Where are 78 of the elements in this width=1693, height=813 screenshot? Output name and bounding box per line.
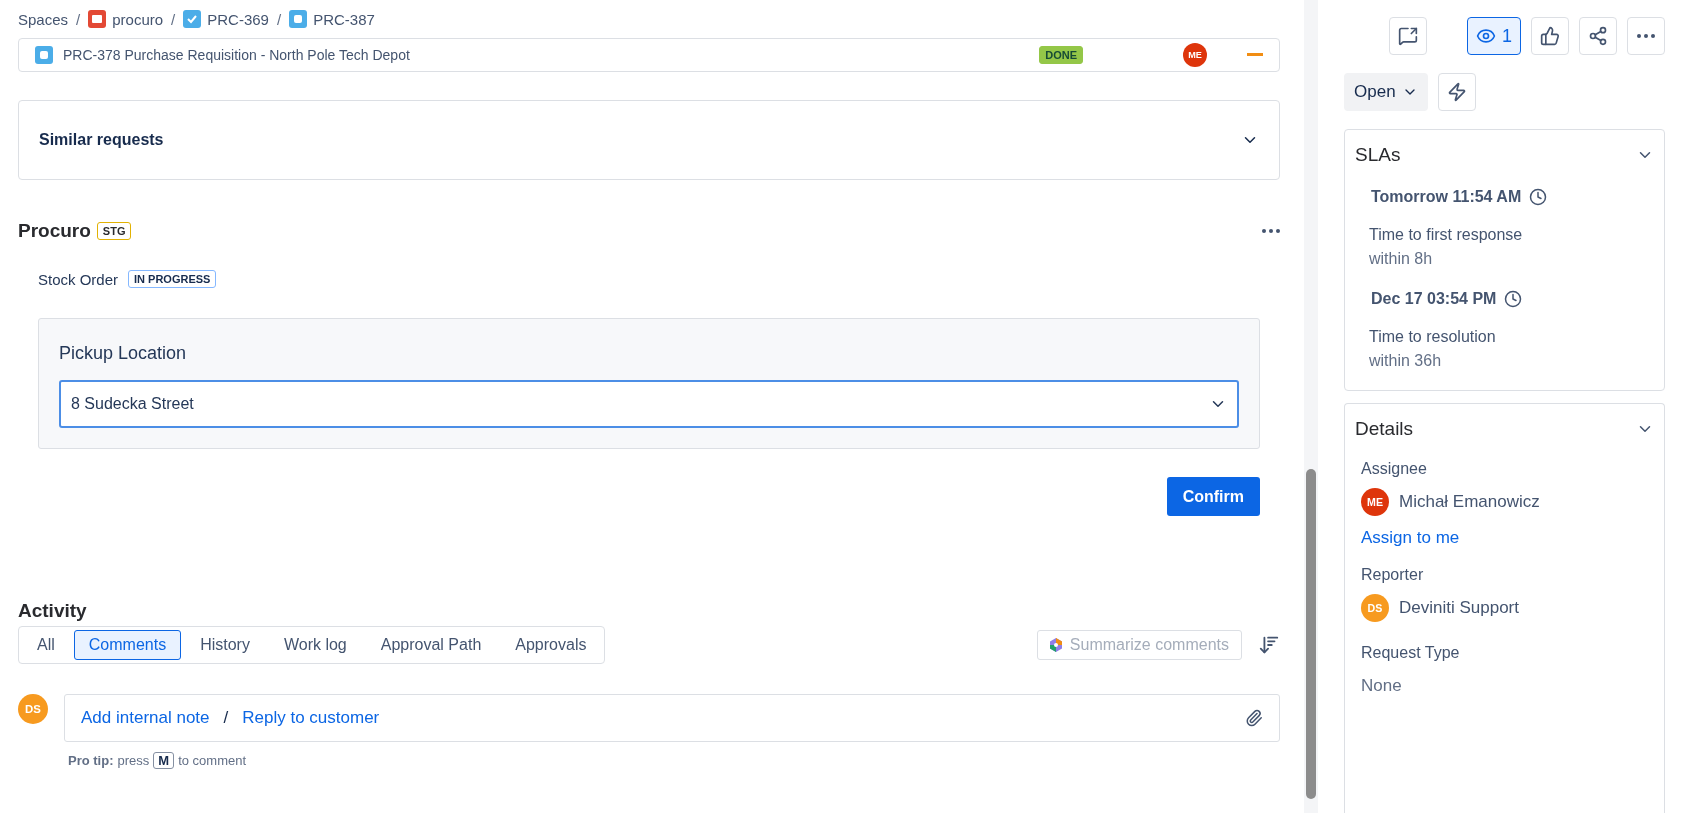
sla-goal: within 8h bbox=[1369, 250, 1434, 268]
priority-icon bbox=[1247, 51, 1263, 59]
assignee-avatar: ME bbox=[1361, 488, 1389, 516]
clock-icon bbox=[1504, 290, 1523, 308]
environment-badge: STG bbox=[96, 222, 132, 240]
assign-to-me-link[interactable]: Assign to me bbox=[1361, 528, 1460, 548]
field-label: Pickup Location bbox=[59, 343, 188, 364]
thumbs-up-icon bbox=[1540, 26, 1560, 46]
linked-issue-card[interactable]: PRC-378 Purchase Requisition - North Pole Tech Depot DONE ME bbox=[18, 38, 1280, 72]
checkbox-icon bbox=[183, 10, 202, 28]
sla-name: Time to resolution bbox=[1369, 328, 1497, 346]
attachment-icon[interactable] bbox=[1245, 709, 1263, 727]
share-button[interactable] bbox=[1579, 17, 1617, 55]
tip-text: to comment bbox=[178, 753, 247, 768]
app-title: Procuro bbox=[18, 220, 91, 242]
breadcrumb-separator: / bbox=[171, 10, 176, 28]
add-note-link[interactable]: Add internal note bbox=[81, 708, 210, 728]
issue-title: PRC-378 Purchase Requisition - North Pole Tech Depot bbox=[63, 47, 411, 63]
status-lozenge[interactable]: DONE bbox=[1039, 46, 1083, 64]
reporter-name: Deviniti Support bbox=[1399, 598, 1519, 618]
separator-slash: / bbox=[223, 708, 229, 728]
tip-text: press bbox=[117, 753, 150, 768]
request-type-value: None bbox=[1361, 676, 1403, 696]
activity-tab[interactable]: History bbox=[185, 630, 265, 660]
eye-icon bbox=[1476, 26, 1496, 46]
tip-label: Pro tip: bbox=[68, 753, 114, 768]
status-dropdown[interactable]: Open bbox=[1344, 73, 1428, 111]
activity-tab[interactable]: All bbox=[22, 630, 70, 660]
field-label: Reporter bbox=[1361, 566, 1425, 584]
like-button[interactable] bbox=[1531, 17, 1569, 55]
activity-tab[interactable]: Approvals bbox=[500, 630, 602, 660]
breadcrumb-separator: / bbox=[76, 10, 81, 28]
comment-box[interactable]: Add internal note / Reply to customer bbox=[64, 694, 1280, 742]
clock-icon bbox=[1529, 188, 1548, 206]
activity-tab[interactable]: Work log bbox=[268, 630, 362, 660]
section-title: Similar requests bbox=[39, 131, 164, 149]
project-icon bbox=[88, 10, 107, 28]
field-label: Assignee bbox=[1361, 460, 1428, 478]
sort-icon[interactable] bbox=[1258, 634, 1280, 656]
more-icon bbox=[1637, 34, 1655, 38]
shortcut-key: M bbox=[153, 752, 175, 769]
share-icon bbox=[1588, 26, 1608, 46]
lightning-icon bbox=[1446, 82, 1467, 102]
card-title: Details bbox=[1355, 418, 1414, 440]
activity-tab[interactable]: Comments bbox=[73, 630, 182, 660]
sla-due-time: Dec 17 03:54 PM bbox=[1371, 290, 1497, 308]
sla-goal: within 36h bbox=[1369, 352, 1443, 370]
user-avatar: DS bbox=[18, 694, 48, 724]
similar-requests-card[interactable]: Similar requests bbox=[18, 100, 1280, 180]
activity-title: Activity bbox=[18, 600, 88, 622]
field-label: Request Type bbox=[1361, 644, 1461, 662]
feedback-icon bbox=[1398, 26, 1418, 46]
breadcrumb-link[interactable]: PRC-369 bbox=[183, 10, 269, 28]
breadcrumb-separator: / bbox=[276, 10, 282, 28]
breadcrumb-link[interactable]: procuro bbox=[88, 10, 164, 28]
request-icon bbox=[35, 46, 53, 64]
request-icon bbox=[289, 10, 308, 28]
ai-icon bbox=[1049, 638, 1062, 652]
feedback-button[interactable] bbox=[1389, 17, 1427, 55]
assignee-avatar: ME bbox=[1183, 43, 1207, 67]
assignee-name: Michał Emanowicz bbox=[1399, 492, 1540, 512]
automation-button[interactable] bbox=[1437, 73, 1476, 111]
scrollbar-thumb[interactable] bbox=[1306, 469, 1316, 799]
status-lozenge: IN PROGRESS bbox=[128, 270, 217, 288]
more-icon[interactable] bbox=[1262, 229, 1280, 233]
card-title: SLAs bbox=[1355, 144, 1401, 166]
location-select[interactable]: 8 Sudecka Street bbox=[59, 380, 1239, 428]
more-button[interactable] bbox=[1627, 17, 1665, 55]
breadcrumb-link[interactable]: PRC-387 bbox=[289, 10, 375, 28]
breadcrumb-link[interactable]: Spaces bbox=[18, 10, 69, 28]
reply-link[interactable]: Reply to customer bbox=[242, 708, 380, 728]
activity-tab[interactable]: Approval Path bbox=[365, 630, 497, 660]
watch-button[interactable]: 1 bbox=[1467, 17, 1521, 55]
reporter-avatar: DS bbox=[1361, 594, 1389, 622]
confirm-button[interactable]: Confirm bbox=[1166, 477, 1260, 516]
sla-name: Time to first response bbox=[1369, 226, 1524, 244]
item-name: Stock Order bbox=[38, 270, 119, 288]
sla-due-time: Tomorrow 11:54 AM bbox=[1371, 188, 1522, 206]
